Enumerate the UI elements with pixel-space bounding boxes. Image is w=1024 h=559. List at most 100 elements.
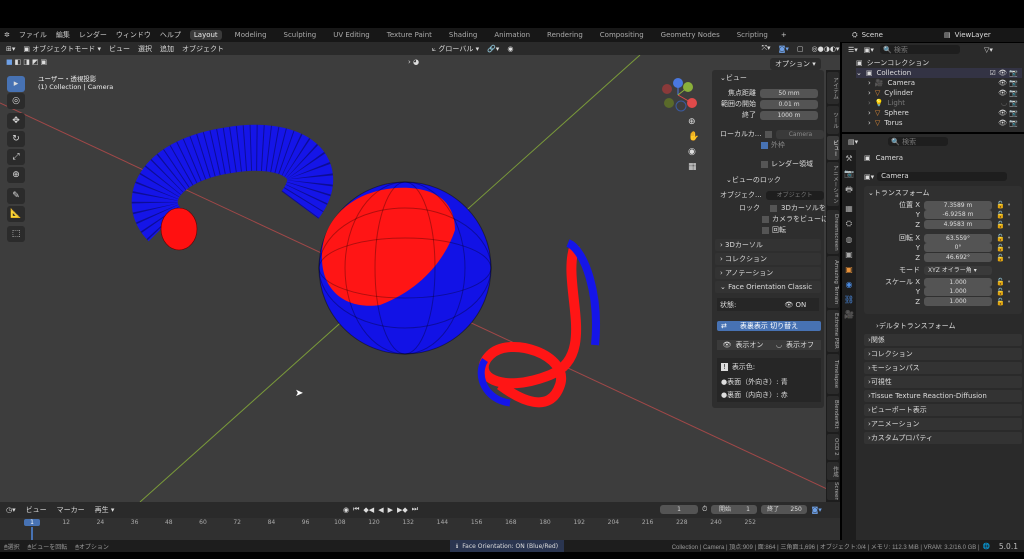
tab-tool[interactable]: ツール bbox=[827, 106, 839, 134]
location-z-field[interactable]: 4.9583 m bbox=[924, 220, 992, 229]
shading-modes[interactable]: ◎●◑◐▾ bbox=[812, 45, 840, 53]
view-layer-selector[interactable]: ▤ ViewLayer bbox=[944, 29, 1022, 41]
gizmo-toggle-icon[interactable]: ⤧▾ bbox=[761, 44, 770, 53]
lock-cursor-row[interactable]: ロック 3Dカーソルを注視 bbox=[739, 203, 840, 213]
scene-selector[interactable]: ⛭ Scene bbox=[852, 29, 930, 41]
properties-section[interactable]: › カスタムプロパティ bbox=[864, 432, 1022, 444]
menu-add[interactable]: 追加 bbox=[160, 44, 174, 54]
collection-section[interactable]: › コレクション bbox=[715, 253, 821, 265]
visibility-icons[interactable]: 👁 📷 bbox=[998, 89, 1022, 97]
visibility-icons[interactable]: 👁 📷 bbox=[998, 109, 1022, 117]
timeline-menu-marker[interactable]: マーカー bbox=[57, 505, 85, 515]
visibility-icons[interactable]: 👁 📷 bbox=[998, 119, 1022, 127]
play-reverse-icon[interactable]: ◀ bbox=[378, 506, 383, 514]
object-type-icon[interactable]: ▣▾ bbox=[864, 173, 874, 181]
tab-dreamscreen[interactable]: Dreamscreen bbox=[827, 210, 839, 254]
outliner-item-torus[interactable]: › ▽ Torus 👁 📷 bbox=[868, 119, 1022, 127]
outliner-item-light[interactable]: › 💡 Light ◡ 📷 bbox=[868, 99, 1022, 107]
editor-type-icon[interactable]: ▤▾ bbox=[848, 138, 858, 146]
rotation-z-field[interactable]: 46.692° bbox=[924, 253, 992, 262]
end-frame-field[interactable]: 終了 250 bbox=[761, 505, 808, 514]
select-tool-icon[interactable]: ▸ bbox=[7, 76, 25, 92]
tab-create[interactable]: 作成 bbox=[827, 462, 839, 480]
timeline-menu-view[interactable]: ビュー bbox=[26, 505, 47, 515]
tab-texture-paint[interactable]: Texture Paint bbox=[383, 30, 436, 40]
proportional-edit-icon[interactable]: ◉ bbox=[507, 45, 513, 53]
lock-cursor-checkbox[interactable] bbox=[770, 204, 777, 212]
timeline-ruler[interactable]: 1 12 24 36 48 60 72 84 96 108 120 132 144 156 168 180 19… bbox=[0, 518, 840, 540]
blender-logo-icon[interactable]: ✲ bbox=[4, 31, 10, 39]
visibility-icons[interactable]: ◡ 📷 bbox=[1001, 99, 1022, 107]
tab-blenderkit[interactable]: BlenderKit bbox=[827, 396, 839, 432]
select-mode-buttons[interactable]: ■ ◧ ◨ ◩ ▣ bbox=[6, 58, 47, 66]
tab-ocd2[interactable]: OCD 2 bbox=[827, 434, 839, 460]
local-camera-checkbox[interactable] bbox=[765, 130, 773, 138]
auto-keying-icon[interactable]: ◉ bbox=[343, 506, 349, 514]
rotation-x-field[interactable]: 63.559° bbox=[924, 233, 992, 243]
tab-compositing[interactable]: Compositing bbox=[596, 30, 648, 40]
measure-tool-icon[interactable]: 📐 bbox=[7, 206, 25, 222]
tab-timelapse[interactable]: Timelapse bbox=[827, 354, 839, 394]
tab-sculpting[interactable]: Sculpting bbox=[280, 30, 321, 40]
view-section-header[interactable]: ⌄ ビュー bbox=[720, 73, 747, 83]
view-layer-name[interactable]: ViewLayer bbox=[955, 31, 991, 39]
rotation-mode-select[interactable]: XYZ オイラー角 ▾ bbox=[924, 265, 992, 275]
scale-z-field[interactable]: 1.000 bbox=[924, 297, 992, 306]
next-keyframe-icon[interactable]: ▶◆ bbox=[397, 506, 408, 514]
render-region-row[interactable]: レンダー領域 bbox=[761, 159, 813, 169]
show-off-button[interactable]: ◡ 表示オフ bbox=[769, 340, 821, 350]
show-on-button[interactable]: 👁 表示オン bbox=[717, 340, 769, 350]
lock-icon[interactable]: 🔓 • bbox=[996, 254, 1011, 262]
menu-object[interactable]: オブジェクト bbox=[182, 44, 224, 54]
tab-amazing-terrain[interactable]: Amazing Terrain bbox=[827, 256, 839, 308]
delta-transform-section[interactable]: › デルタトランスフォーム bbox=[876, 321, 955, 331]
annotation-section[interactable]: › アノテーション bbox=[715, 267, 821, 279]
filter-view-icon[interactable]: ▣▾ bbox=[864, 46, 874, 54]
display-mode-icon[interactable]: ☰▾ bbox=[848, 46, 858, 54]
menu-window[interactable]: ウィンドウ bbox=[116, 30, 151, 40]
rotate-tool-icon[interactable]: ↻ bbox=[7, 131, 25, 147]
tab-screen[interactable]: Screen bbox=[827, 482, 839, 500]
lock-icon[interactable]: 🔓 • bbox=[996, 234, 1011, 242]
filter-icon[interactable]: ▽▾ bbox=[984, 46, 993, 54]
current-frame-field[interactable]: 1 bbox=[660, 505, 698, 514]
scene-collection-row[interactable]: ▣ シーンコレクション bbox=[856, 58, 929, 68]
prev-keyframe-icon[interactable]: ◆◀ bbox=[363, 506, 374, 514]
properties-section[interactable]: › アニメーション bbox=[864, 418, 1022, 430]
focal-length-field[interactable]: 50 mm bbox=[760, 88, 818, 98]
outliner-item-sphere[interactable]: › ▽ Sphere 👁 📷 bbox=[868, 109, 1022, 117]
options-button[interactable]: オプション ▾ bbox=[770, 58, 821, 70]
snap-icon[interactable]: 🔗▾ bbox=[487, 45, 499, 53]
tab-extreme-pbr[interactable]: Extreme PBR bbox=[827, 310, 839, 352]
toggle-face-orientation-button[interactable]: ⇄ 表裏表示 切り替え bbox=[717, 321, 821, 331]
face-orientation-header[interactable]: ⌄ Face Orientation Classic bbox=[715, 281, 821, 293]
lock-icon[interactable]: 🔓 • bbox=[996, 244, 1011, 252]
visibility-icons[interactable]: 👁 📷 bbox=[998, 79, 1022, 87]
jump-end-icon[interactable]: ⏭ bbox=[412, 505, 418, 514]
move-tool-icon[interactable]: ✥ bbox=[7, 113, 25, 129]
scale-tool-icon[interactable]: ⤢ bbox=[7, 149, 25, 165]
tab-view[interactable]: ビュー bbox=[827, 136, 839, 160]
menu-view[interactable]: ビュー bbox=[109, 44, 130, 54]
add-cube-tool-icon[interactable]: ⬚ bbox=[7, 226, 25, 242]
properties-section[interactable]: › 可視性 bbox=[864, 376, 1022, 388]
render-region-checkbox[interactable] bbox=[761, 160, 768, 168]
location-x-field[interactable]: 7.3589 m bbox=[924, 200, 992, 210]
physics-tab-icon[interactable]: ◉ bbox=[846, 280, 853, 289]
playhead[interactable]: 1 bbox=[24, 519, 40, 526]
lock-object-field[interactable]: オブジェクト bbox=[765, 190, 824, 200]
play-icon[interactable]: ▶ bbox=[388, 506, 393, 514]
outliner-search[interactable]: 🔍 検索 bbox=[879, 45, 960, 54]
tab-geometry-nodes[interactable]: Geometry Nodes bbox=[657, 30, 724, 40]
tab-animation[interactable]: アニメーション bbox=[827, 162, 839, 206]
tab-uv-editing[interactable]: UV Editing bbox=[329, 30, 374, 40]
visibility-icons[interactable]: ☑ 👁 📷 bbox=[990, 69, 1022, 77]
properties-section[interactable]: › コレクション bbox=[864, 348, 1022, 360]
tab-shading[interactable]: Shading bbox=[445, 30, 481, 40]
outliner-item-cylinder[interactable]: › ▽ Cylinder 👁 📷 bbox=[868, 89, 1022, 97]
render-tab-icon[interactable]: 📷 bbox=[844, 169, 854, 178]
lock-camera-row[interactable]: カメラをビューに bbox=[762, 214, 828, 224]
xray-icon[interactable]: ▢ bbox=[797, 45, 804, 53]
timeline-menu-playback[interactable]: 再生 ▾ bbox=[95, 505, 115, 515]
cursor-tool-icon[interactable]: ◎ bbox=[7, 93, 25, 109]
